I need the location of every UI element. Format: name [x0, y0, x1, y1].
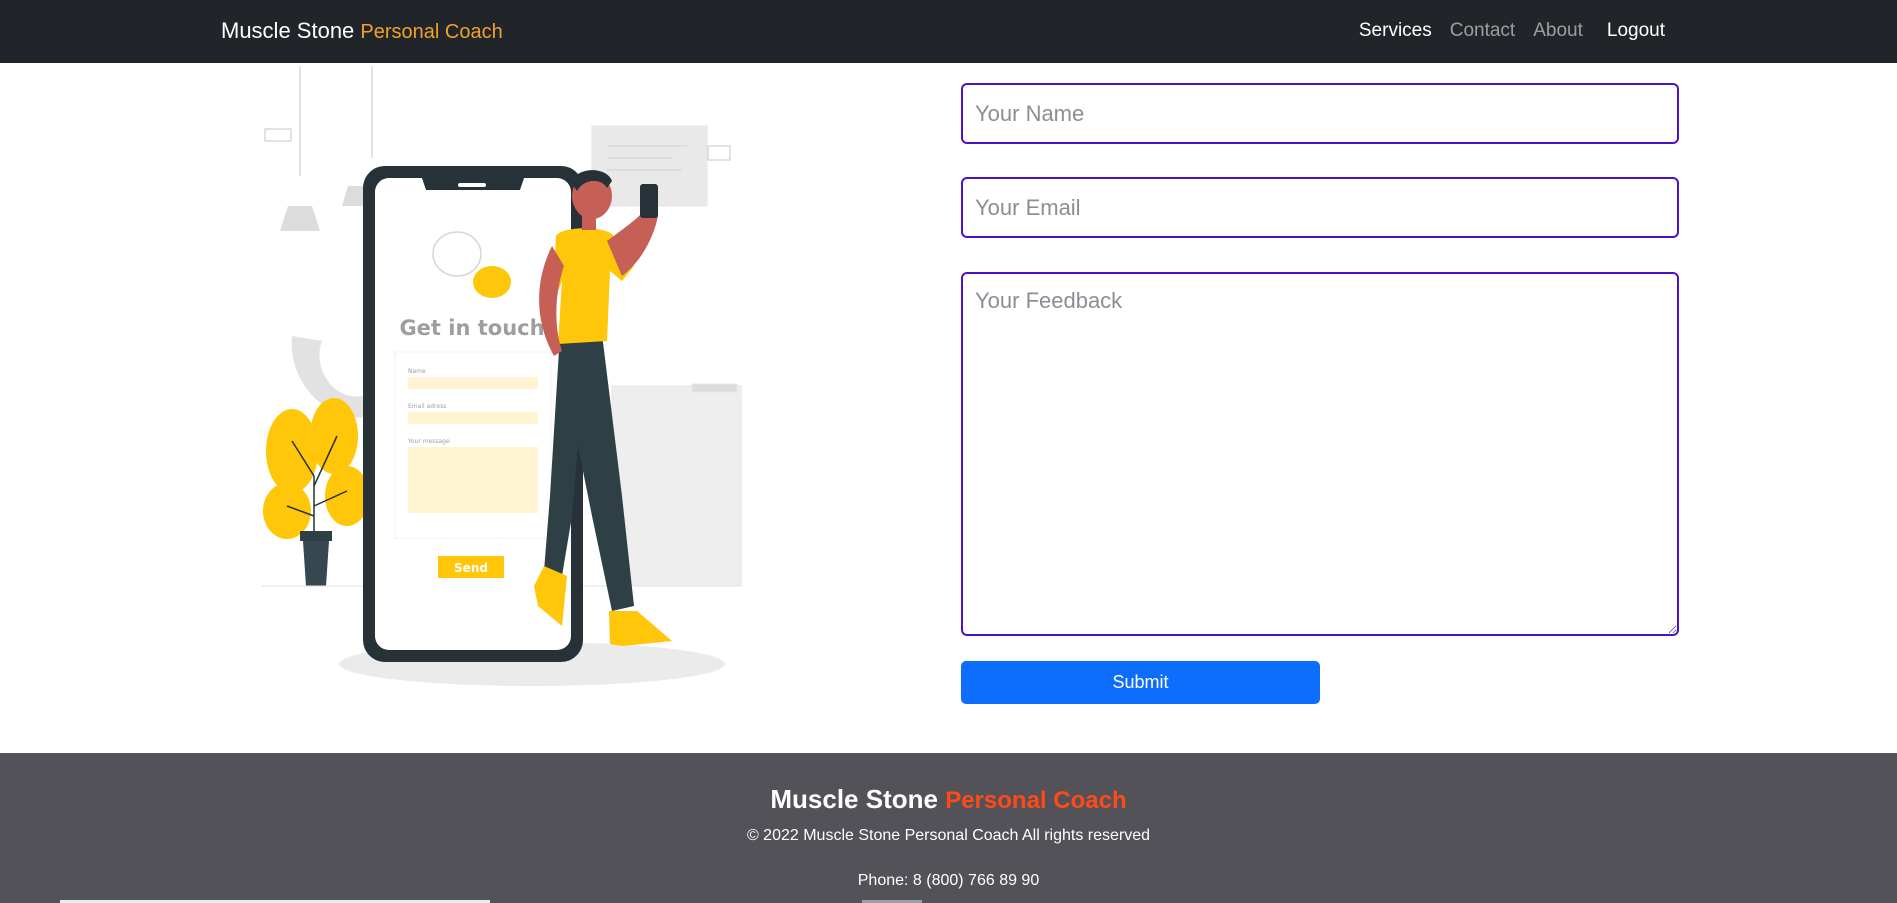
svg-text:Name: Name: [408, 368, 426, 375]
footer-phone: Phone: 8 (800) 766 89 90: [857, 872, 1040, 889]
footer-brand-accent: Personal Coach: [945, 787, 1127, 814]
submit-button[interactable]: Submit: [961, 661, 1320, 704]
navbar: Muscle Stone Personal Coach Services Con…: [0, 0, 1897, 63]
footer-copyright: © 2022 Muscle Stone Personal Coach All r…: [746, 827, 1151, 844]
svg-text:Your message: Your message: [407, 438, 450, 445]
footer-brand: Muscle Stone Personal Coach: [0, 784, 1897, 815]
nav-link-services[interactable]: Services: [1359, 20, 1432, 42]
contact-illustration: Get in touch Name Email adress Your mess…: [262, 66, 742, 686]
svg-text:Email adress: Email adress: [408, 403, 446, 410]
brand-name: Muscle Stone: [221, 18, 355, 43]
nav-link-logout[interactable]: Logout: [1607, 20, 1665, 42]
illustration-heading: Get in touch: [399, 316, 544, 340]
footer: Muscle Stone Personal Coach © 2022 Muscl…: [0, 753, 1897, 903]
feedback-textarea[interactable]: [961, 272, 1679, 636]
nav-links: Services Contact About Logout: [1359, 20, 1665, 42]
nav-link-about[interactable]: About: [1533, 20, 1583, 42]
email-input[interactable]: [961, 177, 1679, 238]
name-input[interactable]: [961, 83, 1679, 144]
nav-link-contact[interactable]: Contact: [1450, 20, 1515, 42]
svg-text:Send: Send: [454, 561, 488, 575]
footer-brand-name: Muscle Stone: [770, 784, 938, 814]
plant-icon: [263, 398, 369, 586]
brand-accent: Personal Coach: [360, 21, 503, 43]
brand-logo[interactable]: Muscle Stone Personal Coach: [221, 18, 503, 44]
